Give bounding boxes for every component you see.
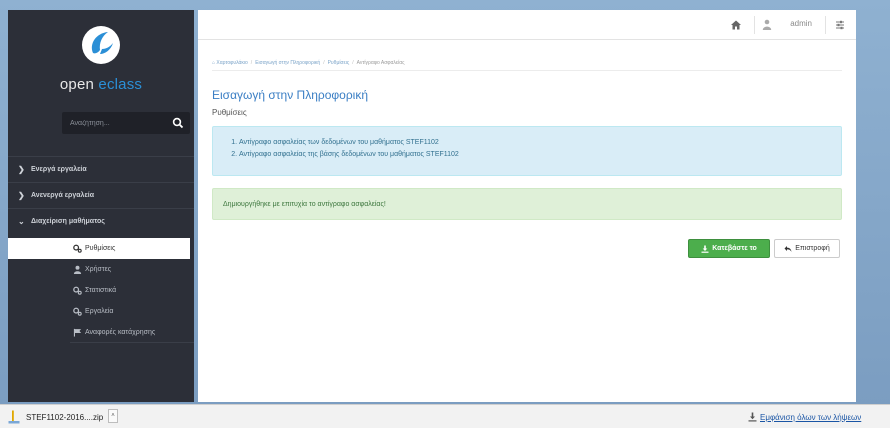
nav-active-tools[interactable]: ❯ Ενεργά εργαλεία [8,156,194,182]
breadcrumb-separator: / [323,60,325,66]
logo[interactable]: open eclass [8,24,194,104]
browser-download-bar: STEF1102-2016....zip ˄ Εμφάνιση όλων των… [0,404,890,428]
show-all-downloads-link[interactable]: Εμφάνιση όλων των λήψεων [760,413,861,422]
breadcrumb-link[interactable]: Εισαγωγή στην Πληροφορική [255,60,320,66]
eclass-logo-icon [82,26,120,64]
nav-label: Ενεργά εργαλεία [31,166,87,173]
top-bar: admin [198,10,856,40]
submenu-divider [70,342,194,343]
search-icon[interactable] [172,117,184,129]
breadcrumb-divider [212,70,842,71]
breadcrumb-link[interactable]: Χαρτοφυλάκιο [216,60,247,66]
course-title[interactable]: Εισαγωγή στην Πληροφορική [212,88,368,102]
home-icon[interactable] [730,19,742,31]
sidebar-item-abuse-reports[interactable]: Αναφορές κατάχρησης [8,322,194,343]
sidebar-nav: ❯ Ενεργά εργαλεία ❯ Ανενεργά εργαλεία ⌄ … [8,156,194,234]
sidebar-item-label: Εργαλεία [85,308,114,315]
search-input[interactable] [62,112,170,134]
nav-inactive-tools[interactable]: ❯ Ανενεργά εργαλεία [8,182,194,208]
success-alert: Δημιουργήθηκε με επιτυχία το αντίγραφο α… [212,188,842,220]
sidebar-item-statistics[interactable]: Στατιστικά [8,280,194,301]
backup-info-alert: Αντίγραφο ασφαλείας των δεδομένων του μα… [212,126,842,176]
breadcrumb-separator: / [250,60,253,66]
list-item: Αντίγραφο ασφαλείας των δεδομένων του μα… [239,137,459,149]
back-button-label: Επιστροφή [795,245,830,252]
nav-label: Ανενεργά εργαλεία [31,192,95,199]
gears-icon [73,244,82,253]
sidebar-item-users[interactable]: Χρήστες [8,259,194,280]
list-item: Αντίγραφο ασφαλείας της βάσης δεδομένων … [239,149,459,161]
backup-steps-list: Αντίγραφο ασφαλείας των δεδομένων του μα… [239,137,459,161]
sidebar-item-label: Στατιστικά [85,287,117,294]
nav-label: Διαχείριση μαθήματος [31,218,105,225]
home-icon: ⌂ [212,60,216,66]
top-bar-divider [825,16,826,34]
downloaded-file-name[interactable]: STEF1102-2016....zip [26,413,103,422]
sidebar-item-label: Αναφορές κατάχρησης [85,329,156,336]
logo-text: open eclass [8,76,194,93]
sliders-menu-icon[interactable] [834,19,846,31]
download-icon [701,245,709,253]
sidebar-item-label: Χρήστες [85,266,112,273]
download-options-button[interactable]: ˄ [108,409,118,423]
top-bar-divider [754,16,755,34]
reply-arrow-icon [784,245,792,252]
back-button[interactable]: Επιστροφή [774,239,840,258]
gears-icon [73,286,82,295]
chevron-right-icon: ❯ [18,165,25,174]
sidebar-item-label: Ρυθμίσεις [85,245,116,252]
main-panel: admin ⌂ Χαρτοφυλάκιο / Εισαγωγή στην Πληρο… [198,10,856,402]
logo-text-accent: eclass [98,76,143,93]
user-icon [73,265,82,274]
sidebar: open eclass ❯ Ενεργά εργαλεία ❯ Ανενεργά… [8,10,194,402]
breadcrumb-current: Αντίγραφο Ασφαλείας [356,60,405,66]
breadcrumb-separator: / [352,60,354,66]
sidebar-item-settings[interactable]: Ρυθμίσεις [8,238,190,259]
breadcrumb: ⌂ Χαρτοφυλάκιο / Εισαγωγή στην Πληροφορική… [212,60,405,66]
chevron-down-icon: ⌄ [18,217,25,226]
download-button-label: Κατεβάστε το [712,245,757,252]
user-icon[interactable] [762,19,772,30]
gears-icon [73,307,82,316]
flag-icon [73,328,82,337]
logo-text-prefix: open [59,76,99,93]
search-box [62,112,190,134]
sidebar-item-tools[interactable]: Εργαλεία [8,301,194,322]
zip-file-icon [8,410,20,424]
page-subtitle: Ρυθμίσεις [212,108,247,117]
download-button[interactable]: Κατεβάστε το [688,239,770,258]
chevron-right-icon: ❯ [18,191,25,200]
breadcrumb-link[interactable]: Ρυθμίσεις [328,60,350,66]
username-link[interactable]: admin [790,19,812,28]
course-management-submenu: Ρυθμίσεις Χρήστες Στατιστικά Εργαλεία Αν… [8,238,194,343]
nav-course-management[interactable]: ⌄ Διαχείριση μαθήματος [8,208,194,234]
download-icon [748,412,757,422]
